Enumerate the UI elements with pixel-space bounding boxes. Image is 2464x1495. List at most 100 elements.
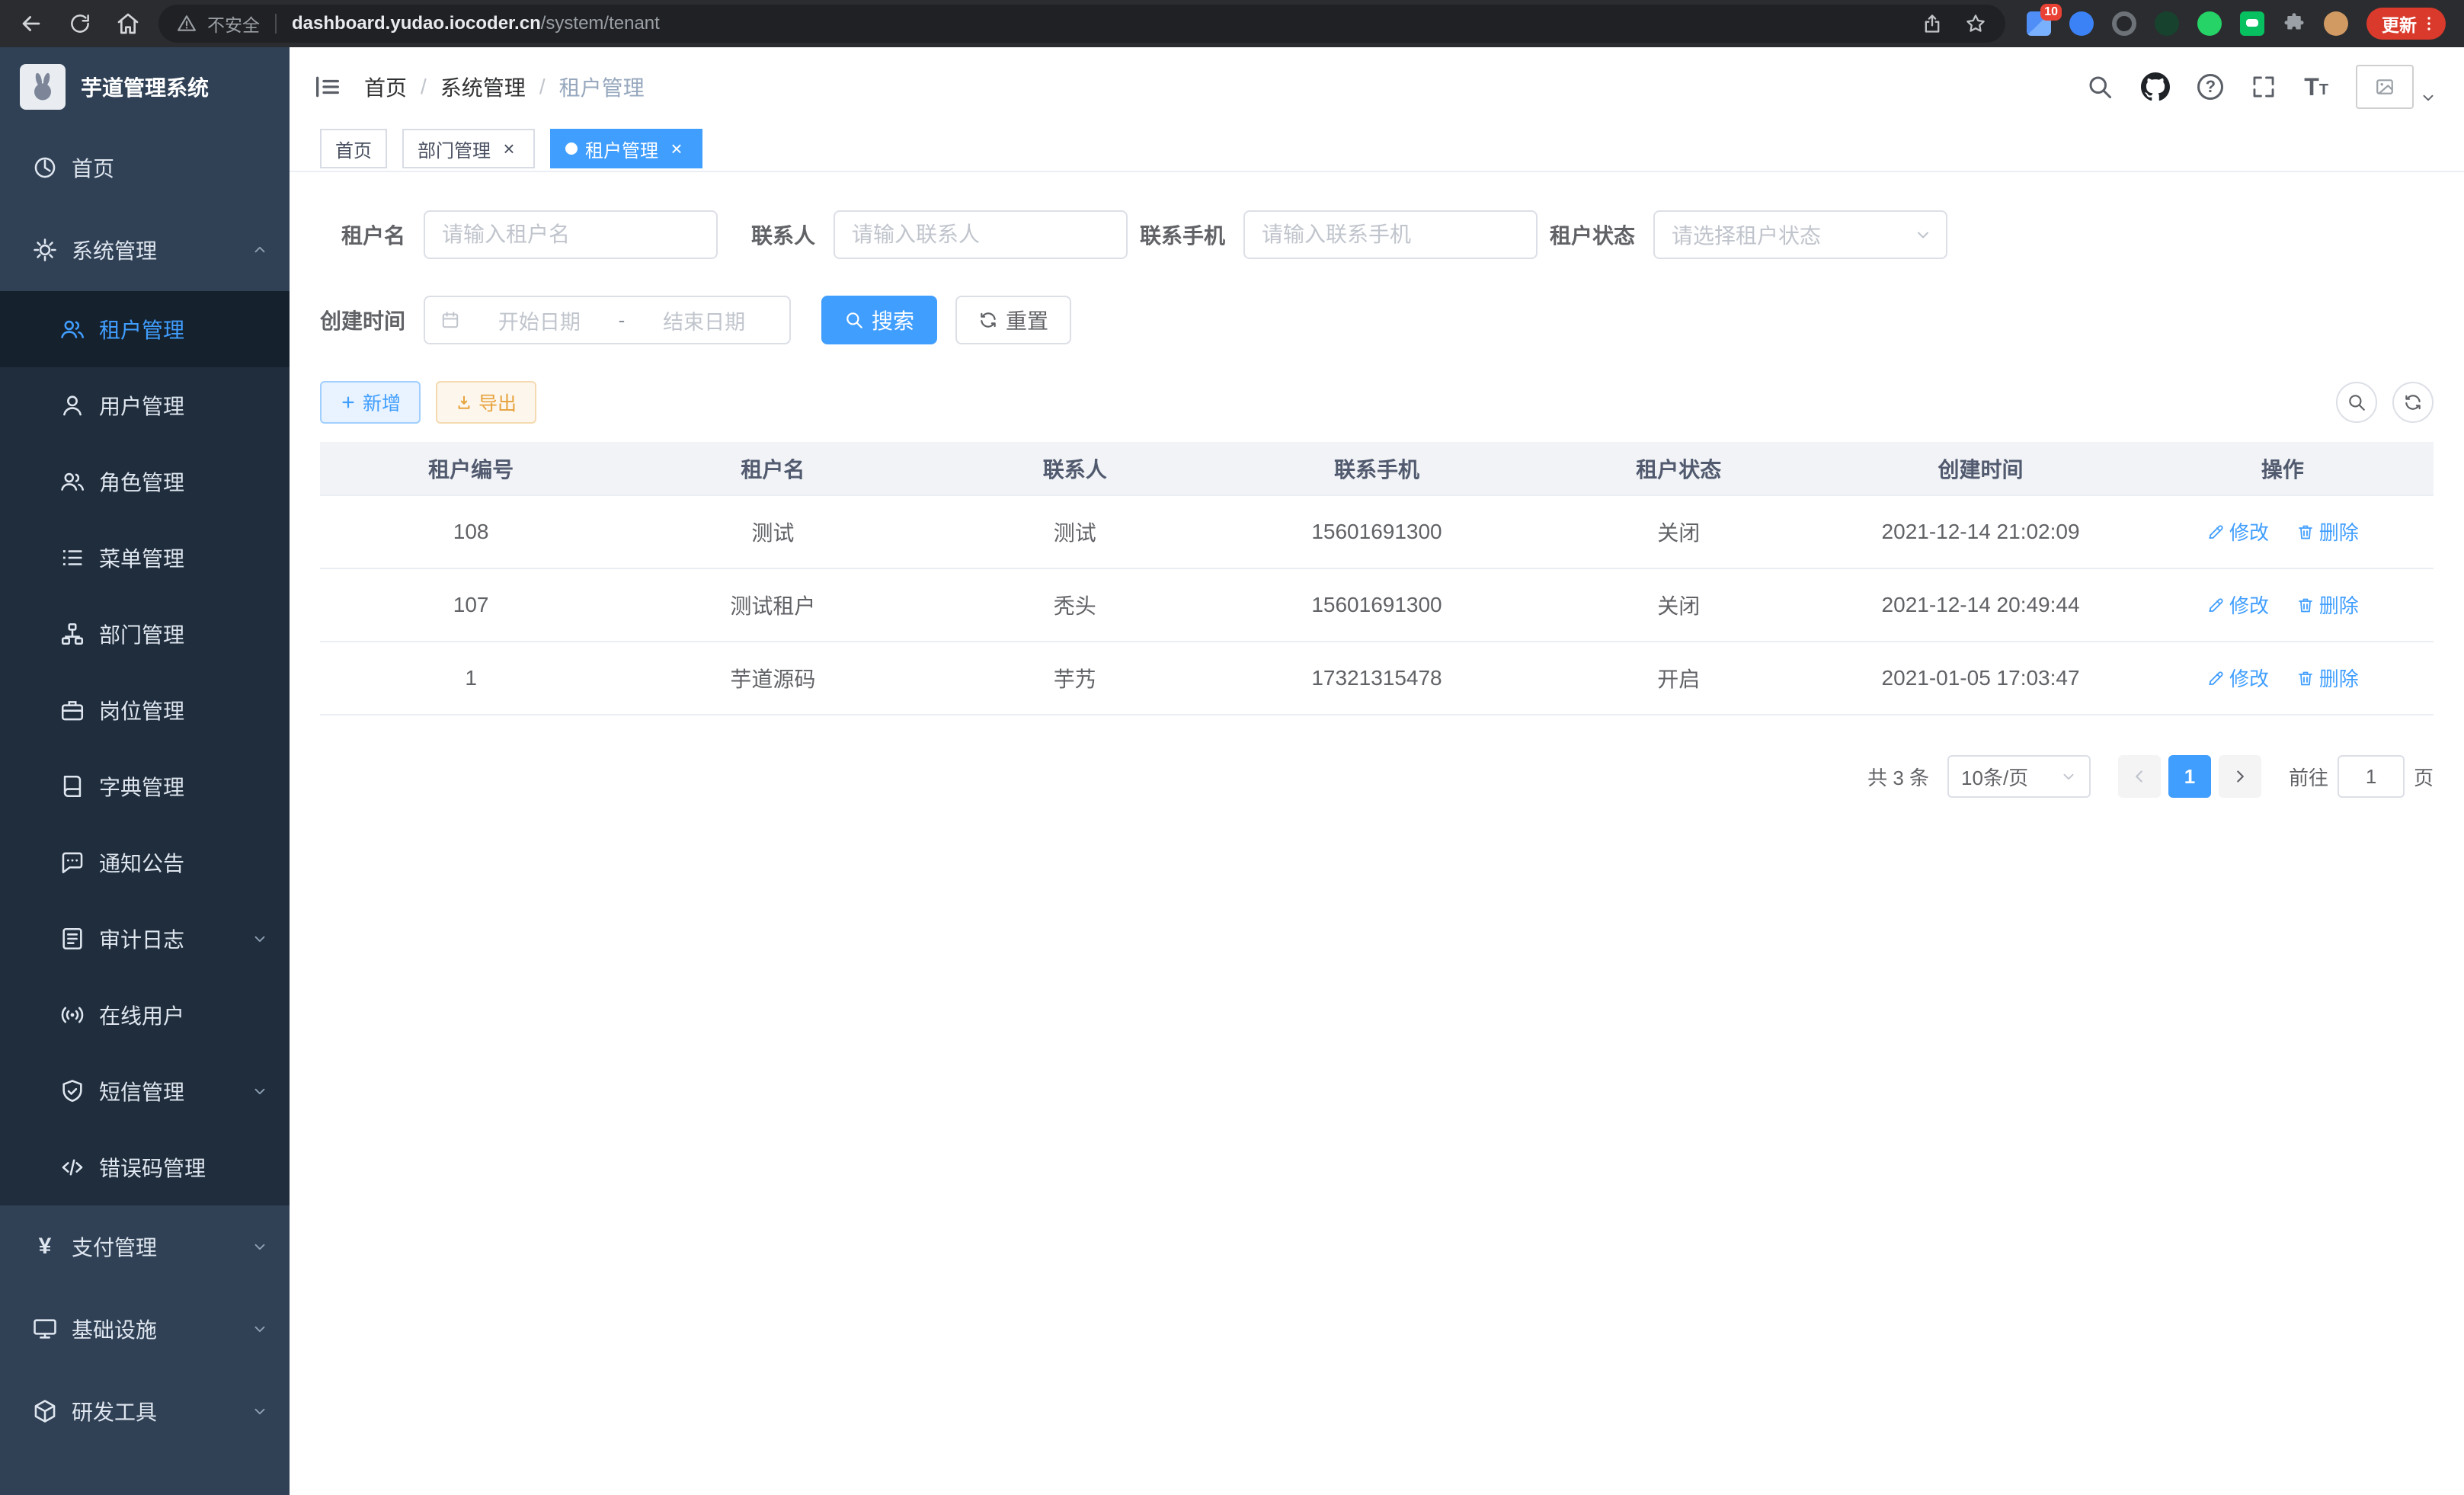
- browser-chrome: 不安全 dashboard.yudao.iocoder.cn/system/te…: [0, 0, 2464, 47]
- col-tenant-id: 租户编号: [320, 442, 622, 495]
- tab-label: 首页: [335, 136, 372, 162]
- reset-button[interactable]: 重置: [955, 296, 1071, 344]
- toggle-search-button[interactable]: [2336, 382, 2377, 423]
- phone-input[interactable]: [1243, 210, 1538, 259]
- code-icon: [59, 1154, 85, 1180]
- trash-icon: [2296, 669, 2315, 687]
- help-icon[interactable]: ?: [2197, 74, 2223, 100]
- close-icon[interactable]: ×: [498, 138, 520, 159]
- user-avatar-menu[interactable]: [2356, 65, 2437, 109]
- share-icon[interactable]: [1922, 13, 1943, 34]
- delete-button[interactable]: 删除: [2296, 664, 2359, 692]
- sidebar-item-sms[interactable]: 短信管理: [0, 1053, 290, 1129]
- cell-created: 2021-01-05 17:03:47: [1829, 642, 2131, 715]
- pagination: 共 3 条 10条/页 1 前往 页: [320, 755, 2434, 798]
- refresh-table-button[interactable]: [2392, 382, 2434, 423]
- app-logo[interactable]: 芋道管理系统: [0, 47, 290, 126]
- tab-dept[interactable]: 部门管理 ×: [402, 129, 535, 168]
- sidebar-item-post[interactable]: 岗位管理: [0, 672, 290, 748]
- status-label: 租户状态: [1550, 219, 1653, 250]
- shield-icon: [59, 1078, 85, 1104]
- edit-button[interactable]: 修改: [2206, 591, 2269, 619]
- browser-profile-avatar[interactable]: [2324, 11, 2348, 36]
- breadcrumb-separator: /: [421, 75, 427, 99]
- next-page-button[interactable]: [2219, 755, 2261, 798]
- extension-icon[interactable]: [2069, 11, 2094, 36]
- edit-button[interactable]: 修改: [2206, 664, 2269, 692]
- breadcrumb-system[interactable]: 系统管理: [440, 72, 526, 102]
- sidebar-item-error-code[interactable]: 错误码管理: [0, 1129, 290, 1205]
- tenant-status-select[interactable]: 请选择租户状态: [1653, 210, 1947, 259]
- page-number-current[interactable]: 1: [2168, 755, 2211, 798]
- contact-input[interactable]: [834, 210, 1128, 259]
- extension-icon[interactable]: [2240, 11, 2264, 36]
- extension-icon[interactable]: [2112, 11, 2136, 36]
- sidebar-item-online-users[interactable]: 在线用户: [0, 977, 290, 1053]
- filter-row-2: 创建时间 开始日期 - 结束日期 搜索 重置: [320, 296, 2434, 344]
- sidebar-item-payment[interactable]: ¥ 支付管理: [0, 1205, 290, 1288]
- edit-icon: [2206, 669, 2225, 687]
- tab-home[interactable]: 首页: [320, 129, 387, 168]
- sidebar-item-user[interactable]: 用户管理: [0, 367, 290, 443]
- sidebar-item-label: 首页: [72, 152, 268, 183]
- reload-icon[interactable]: [69, 12, 91, 35]
- sidebar-item-notice[interactable]: 通知公告: [0, 824, 290, 901]
- sidebar-item-label: 部门管理: [99, 619, 268, 649]
- gear-icon: [32, 237, 58, 263]
- url-path: /system/tenant: [541, 13, 660, 34]
- sidebar-item-system[interactable]: 系统管理: [0, 209, 290, 291]
- edit-button[interactable]: 修改: [2206, 517, 2269, 546]
- sidebar-item-menu[interactable]: 菜单管理: [0, 520, 290, 596]
- goto-page-input[interactable]: [2338, 755, 2405, 798]
- search-icon[interactable]: [2086, 73, 2114, 101]
- sidebar-item-dict[interactable]: 字典管理: [0, 748, 290, 824]
- sidebar-item-tenant[interactable]: 租户管理: [0, 291, 290, 367]
- cell-status: 开启: [1528, 642, 1829, 715]
- bookmark-star-icon[interactable]: [1964, 12, 1987, 35]
- logo-rabbit-icon: [20, 64, 66, 110]
- address-bar[interactable]: 不安全 dashboard.yudao.iocoder.cn/system/te…: [158, 5, 2005, 43]
- sidebar-item-audit-log[interactable]: 审计日志: [0, 901, 290, 977]
- sidebar-item-role[interactable]: 角色管理: [0, 443, 290, 520]
- cell-status: 关闭: [1528, 495, 1829, 568]
- home-icon[interactable]: [116, 11, 140, 36]
- delete-button[interactable]: 删除: [2296, 517, 2359, 546]
- back-icon[interactable]: [18, 11, 44, 37]
- export-button[interactable]: 导出: [436, 381, 536, 424]
- sidebar-item-infra[interactable]: 基础设施: [0, 1288, 290, 1370]
- contact-label: 联系人: [730, 219, 834, 250]
- export-button-label: 导出: [478, 389, 517, 416]
- sidebar-item-label: 研发工具: [72, 1396, 238, 1426]
- sidebar-item-label: 短信管理: [99, 1076, 238, 1106]
- tags-view: 首页 部门管理 × 租户管理 ×: [290, 126, 2464, 172]
- fullscreen-icon[interactable]: [2251, 74, 2277, 100]
- extension-icon[interactable]: [2197, 11, 2222, 36]
- t enant-name-input[interactable]: [424, 210, 718, 259]
- col-status: 租户状态: [1528, 442, 1829, 495]
- tab-tenant[interactable]: 租户管理 ×: [550, 129, 702, 168]
- search-button[interactable]: 搜索: [821, 296, 937, 344]
- cell-status: 关闭: [1528, 568, 1829, 642]
- add-button[interactable]: 新增: [320, 381, 421, 424]
- cell-contact: 测试: [924, 495, 1226, 568]
- extensions-puzzle-icon[interactable]: [2283, 12, 2306, 35]
- extension-icon[interactable]: 10: [2027, 11, 2051, 36]
- delete-button[interactable]: 删除: [2296, 591, 2359, 619]
- tab-label: 部门管理: [418, 136, 491, 162]
- sidebar-collapse-icon[interactable]: [312, 72, 343, 102]
- create-time-range-picker[interactable]: 开始日期 - 结束日期: [424, 296, 791, 344]
- sidebar-item-home[interactable]: 首页: [0, 126, 290, 209]
- update-label: 更新: [2382, 11, 2417, 37]
- sidebar-item-dev-tools[interactable]: 研发工具: [0, 1370, 290, 1452]
- breadcrumb-home[interactable]: 首页: [364, 72, 407, 102]
- sidebar: 芋道管理系统 首页 系统管理 租户管理: [0, 47, 290, 1495]
- page-size-select[interactable]: 10条/页: [1947, 755, 2091, 798]
- font-size-icon[interactable]: TT: [2304, 75, 2328, 99]
- github-icon[interactable]: [2141, 72, 2170, 101]
- prev-page-button[interactable]: [2118, 755, 2161, 798]
- browser-update-button[interactable]: 更新: [2366, 8, 2446, 40]
- sidebar-item-dept[interactable]: 部门管理: [0, 596, 290, 672]
- extension-icon[interactable]: [2155, 11, 2179, 36]
- close-icon[interactable]: ×: [666, 138, 687, 159]
- sidebar-item-label: 角色管理: [99, 466, 268, 497]
